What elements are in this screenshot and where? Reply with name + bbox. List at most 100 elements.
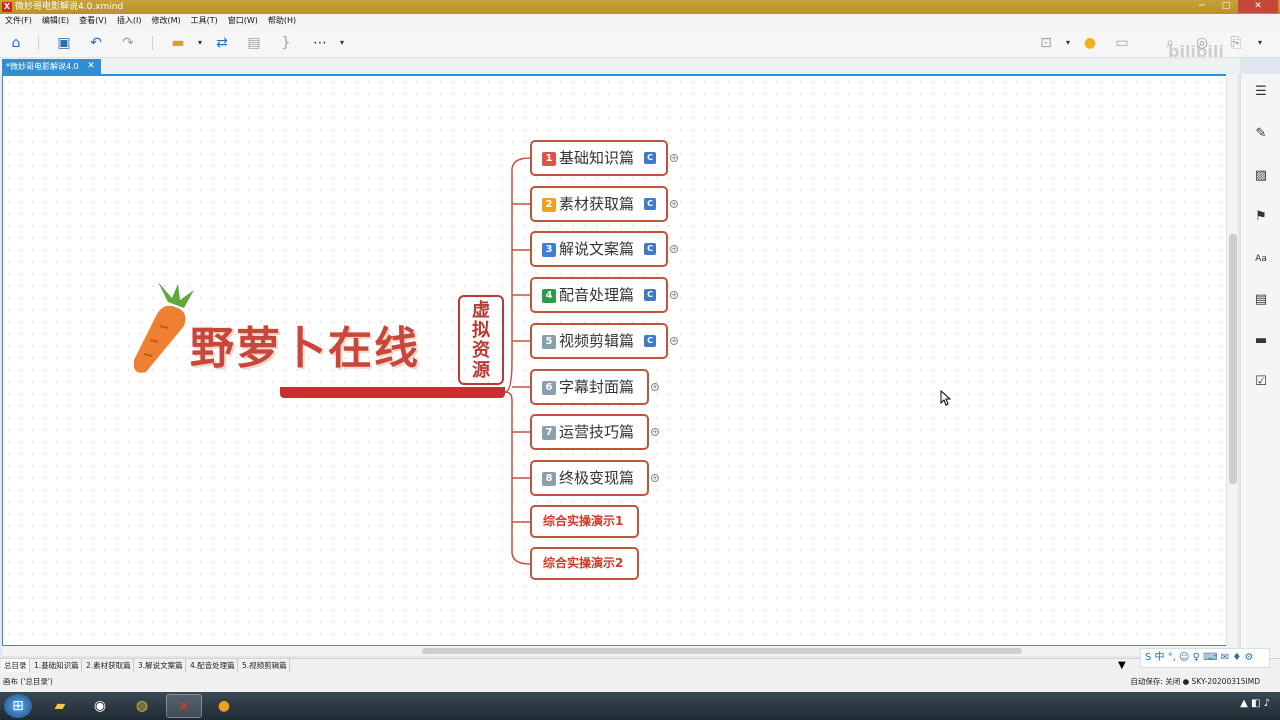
document-tab-label: *微妙哥电影解说4.0	[6, 62, 79, 71]
presentation-icon[interactable]: ⊡	[1036, 33, 1056, 53]
document-tab-bar: *微妙哥电影解说4.0 ✕	[0, 58, 1240, 74]
note-icon[interactable]: C	[644, 335, 656, 347]
horizontal-scrollbar[interactable]	[2, 646, 1238, 656]
menu-edit[interactable]: 编辑(E)	[42, 14, 69, 28]
task-icon[interactable]: ☑	[1251, 372, 1271, 392]
minimize-button[interactable]: ─	[1190, 0, 1214, 13]
chrome-icon[interactable]: ◍	[124, 694, 160, 718]
sheet-tab-4[interactable]: 4.配音处理篇	[188, 659, 238, 672]
topic-demo-2[interactable]: 综合实操演示2	[530, 547, 639, 580]
expand-icon[interactable]: +	[670, 337, 678, 345]
topic-label: 素材获取篇	[559, 195, 635, 213]
note-icon[interactable]: C	[644, 243, 656, 255]
topic-monetization[interactable]: 8 终极变现篇	[530, 460, 649, 496]
topic-demo-1[interactable]: 综合实操演示1	[530, 505, 639, 538]
topic-subtitles[interactable]: 6 字幕封面篇	[530, 369, 649, 405]
bilibili-watermark: bilibili	[1168, 42, 1224, 61]
windows-taskbar: ⊞ ▰ ◉ ◍ ✕ ● ▲ ◧ ♪	[0, 692, 1280, 720]
menu-file[interactable]: 文件(F)	[5, 14, 32, 28]
relationship-icon[interactable]: ⇄	[212, 33, 232, 53]
topic-label: 字幕封面篇	[559, 378, 635, 396]
virtual-resource-stamp: 虚 拟 资 源	[458, 295, 504, 385]
stamp-char: 源	[472, 360, 490, 381]
filter-icon[interactable]: ▼	[1118, 659, 1126, 672]
expand-icon[interactable]: +	[670, 291, 678, 299]
topic-label: 运营技巧篇	[559, 423, 635, 441]
priority-3-icon: 3	[542, 243, 556, 257]
expand-icon[interactable]: +	[651, 474, 659, 482]
qq-icon[interactable]: ◉	[82, 694, 118, 718]
close-tab-icon[interactable]: ✕	[87, 59, 95, 74]
menu-insert[interactable]: 插入(I)	[117, 14, 142, 28]
topic-material[interactable]: 2 素材获取篇 C	[530, 186, 668, 222]
summary-icon[interactable]: }	[276, 33, 296, 53]
topic-label: 视频剪辑篇	[559, 332, 635, 350]
note-icon[interactable]: C	[644, 289, 656, 301]
window-title: 微妙哥电影解说4.0.xmind	[15, 2, 124, 12]
close-window-button[interactable]: ✕	[1238, 0, 1278, 13]
sheet-tab-overview[interactable]: 总目录	[2, 659, 30, 672]
expand-icon[interactable]: +	[651, 428, 659, 436]
font-icon[interactable]: Aa	[1251, 249, 1271, 269]
xmind-taskbar-icon[interactable]: ✕	[166, 694, 202, 718]
menu-help[interactable]: 帮助(H)	[268, 14, 296, 28]
topic-editing[interactable]: 5 视频剪辑篇 C	[530, 323, 668, 359]
menu-modify[interactable]: 修改(M)	[151, 14, 180, 28]
scrollbar-thumb[interactable]	[422, 648, 1022, 654]
lightbulb-icon[interactable]: ●	[1080, 33, 1100, 53]
topic-script[interactable]: 3 解说文案篇 C	[530, 231, 668, 267]
chevron-down-icon[interactable]: ▾	[332, 33, 352, 53]
topic-operations[interactable]: 7 运营技巧篇	[530, 414, 649, 450]
maximize-button[interactable]: □	[1214, 0, 1238, 13]
note-icon[interactable]: C	[644, 152, 656, 164]
flag-icon[interactable]: ⚑	[1251, 207, 1271, 227]
central-topic-logo-text[interactable]: 野萝卜在线	[190, 312, 420, 376]
boundary-icon[interactable]: ▤	[244, 33, 264, 53]
vertical-scrollbar[interactable]	[1226, 74, 1238, 646]
image-icon[interactable]: ▨	[1251, 166, 1271, 186]
comment-icon[interactable]: ▬	[1251, 331, 1271, 351]
app-taskbar-icon[interactable]: ●	[206, 694, 242, 718]
priority-5-icon: 5	[542, 335, 556, 349]
undo-icon[interactable]: ↶	[86, 33, 106, 53]
expand-icon[interactable]: +	[670, 245, 678, 253]
scrollbar-thumb[interactable]	[1229, 234, 1237, 484]
more-icon[interactable]: ⋯	[310, 33, 330, 53]
sheet-tab-5[interactable]: 5.视频剪辑篇	[240, 659, 290, 672]
export-icon[interactable]: ⎘	[1226, 33, 1246, 53]
sheet-tab-2[interactable]: 2.素材获取篇	[84, 659, 134, 672]
topic-voiceover[interactable]: 4 配音处理篇 C	[530, 277, 668, 313]
topic-label: 基础知识篇	[559, 149, 635, 167]
menu-window[interactable]: 窗口(W)	[228, 14, 258, 28]
chevron-down-icon[interactable]: ▾	[1058, 33, 1078, 53]
expand-icon[interactable]: +	[651, 383, 659, 391]
note-icon[interactable]: C	[644, 198, 656, 210]
notes-icon[interactable]: ▤	[1251, 290, 1271, 310]
format-brush-icon[interactable]: ✎	[1251, 124, 1271, 144]
chevron-down-icon[interactable]: ▾	[1250, 33, 1270, 53]
ime-toolbar[interactable]: S 中 °, ☺ ♀ ⌨ ✉ ♦ ⚙	[1140, 648, 1270, 668]
file-explorer-icon[interactable]: ▰	[42, 694, 78, 718]
sheet-tab-1[interactable]: 1.基础知识篇	[32, 659, 82, 672]
menu-tools[interactable]: 工具(T)	[191, 14, 218, 28]
start-button[interactable]: ⊞	[4, 694, 32, 718]
expand-icon[interactable]: +	[670, 200, 678, 208]
expand-icon[interactable]: +	[670, 154, 678, 162]
redo-icon[interactable]: ↷	[118, 33, 138, 53]
outline-icon[interactable]: ▭	[1112, 33, 1132, 53]
priority-7-icon: 7	[542, 426, 556, 440]
home-icon[interactable]: ⌂	[6, 33, 26, 53]
menu-view[interactable]: 查看(V)	[79, 14, 107, 28]
system-tray: ▲ ◧ ♪	[1240, 698, 1270, 709]
status-right-text: 自动保存: 关闭 ● SKY-20200315IMD	[1130, 677, 1260, 686]
window-controls: ─ □ ✕	[1190, 0, 1278, 13]
topic-icon[interactable]: ▬	[168, 33, 188, 53]
sheet-tab-bar: 总目录 1.基础知识篇 2.素材获取篇 3.解说文案篇 4.配音处理篇 5.视频…	[0, 658, 1280, 672]
document-tab[interactable]: *微妙哥电影解说4.0 ✕	[2, 59, 101, 74]
sheet-tab-3[interactable]: 3.解说文案篇	[136, 659, 186, 672]
chevron-down-icon[interactable]: ▾	[190, 33, 210, 53]
topic-label: 终极变现篇	[559, 469, 635, 487]
save-icon[interactable]: ▣	[54, 33, 74, 53]
outline-panel-icon[interactable]: ☰	[1251, 82, 1271, 102]
topic-basics[interactable]: 1 基础知识篇 C	[530, 140, 668, 176]
